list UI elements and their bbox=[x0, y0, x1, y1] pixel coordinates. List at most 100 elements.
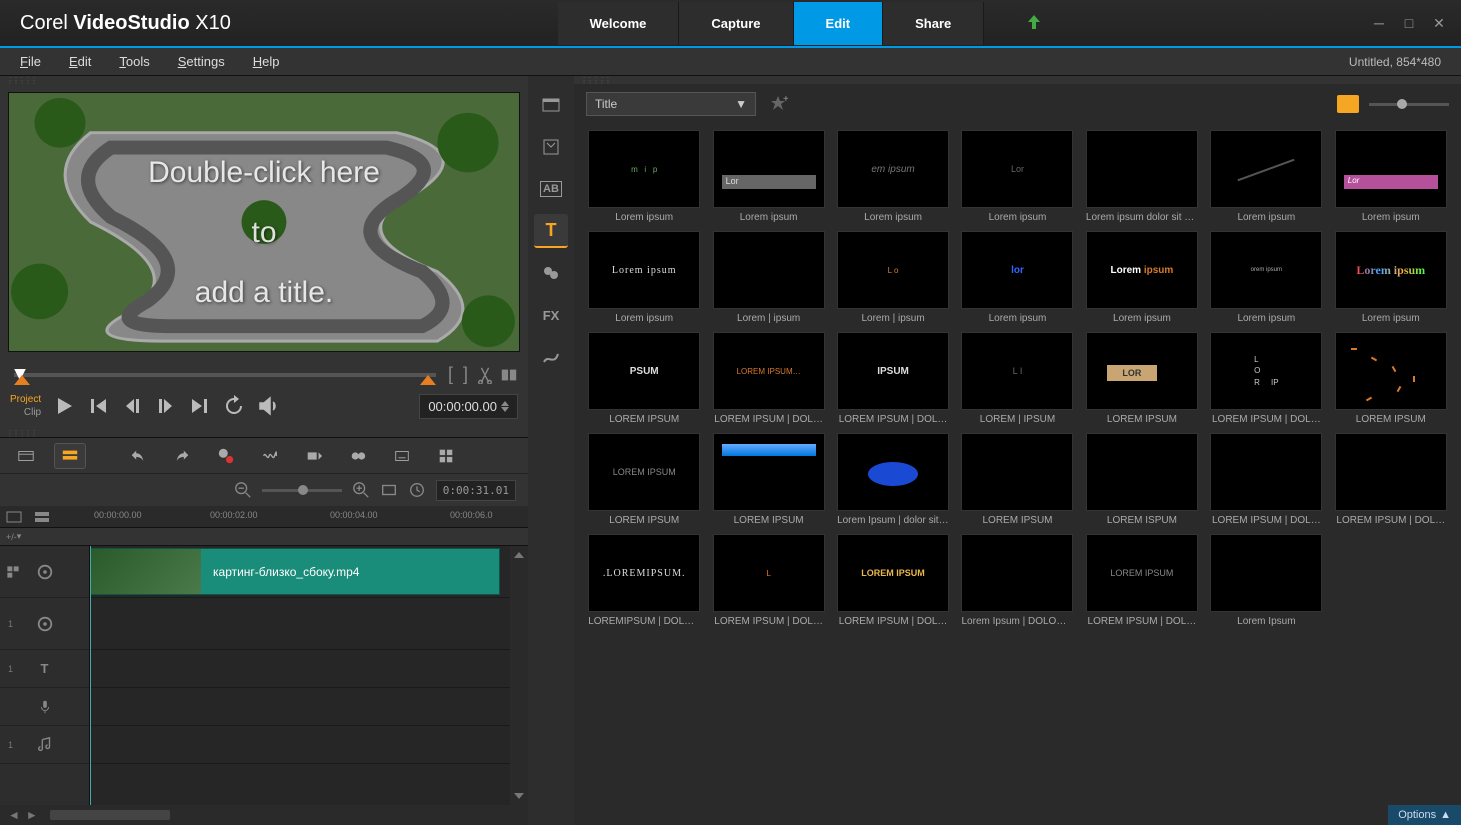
title-preset-item[interactable]: LORLOREM IPSUM bbox=[1084, 332, 1200, 425]
title-preset-item[interactable]: Lorem ipsumLorem ipsum bbox=[1084, 231, 1200, 324]
ruler-view-icon[interactable] bbox=[0, 506, 28, 527]
title-preset-item[interactable]: Lorem | ipsum bbox=[710, 231, 826, 324]
title-preset-item[interactable]: Lorem Ipsum bbox=[1208, 534, 1324, 627]
video-track[interactable]: картинг-близко_сбоку.mp4 bbox=[90, 546, 510, 598]
close-icon[interactable]: ✕ bbox=[1431, 15, 1447, 31]
repeat-icon[interactable] bbox=[222, 394, 246, 418]
title-preset-item[interactable]: LOREM IPSUMLOREM IPSUM | DOL… bbox=[835, 534, 951, 627]
clock-icon[interactable] bbox=[408, 481, 426, 499]
menu-tools[interactable]: Tools bbox=[119, 54, 149, 69]
prev-frame-icon[interactable] bbox=[120, 394, 144, 418]
split-icon[interactable] bbox=[500, 366, 518, 384]
ruler-view2-icon[interactable] bbox=[28, 506, 56, 527]
title-preset-item[interactable]: Lorem ipsum dolor sit a… bbox=[1084, 130, 1200, 223]
title-preset-item[interactable]: LOR IPLOREM IPSUM | DOL… bbox=[1208, 332, 1324, 425]
cut-icon[interactable] bbox=[476, 366, 494, 384]
title-preset-item[interactable]: LOREM IPSUMLOREM IPSUM | DOL… bbox=[1084, 534, 1200, 627]
upload-icon[interactable] bbox=[1024, 13, 1044, 33]
title-preset-item[interactable]: IPSUMLOREM IPSUM | DOL… bbox=[835, 332, 951, 425]
library-filter-tab[interactable]: FX bbox=[534, 298, 568, 332]
thumbnail-size-slider[interactable] bbox=[1369, 103, 1449, 106]
scroll-up-icon[interactable] bbox=[514, 552, 524, 558]
title-preset-item[interactable]: Lorem Ipsum | dolor sit … bbox=[835, 433, 951, 526]
timeline-ruler[interactable]: 00:00:00.00 00:00:02.00 00:00:04.00 00:0… bbox=[90, 506, 528, 527]
track-manager-toggle[interactable]: +/- ▾ bbox=[0, 528, 90, 545]
multi-view-button[interactable] bbox=[430, 443, 462, 469]
tab-share[interactable]: Share bbox=[883, 2, 984, 45]
title-preset-item[interactable]: LOREM ISPUM bbox=[1084, 433, 1200, 526]
title-preset-item[interactable]: lorLorem ipsum bbox=[959, 231, 1075, 324]
library-title-tab[interactable]: T bbox=[534, 214, 568, 248]
title-preset-item[interactable]: Lorem Ipsum | DOLOR … bbox=[959, 534, 1075, 627]
view-thumbnails-button[interactable] bbox=[1337, 95, 1359, 113]
title-preset-item[interactable]: LOREM IPSUM bbox=[1333, 332, 1449, 425]
record-button[interactable] bbox=[210, 443, 242, 469]
title-preset-item[interactable]: .LOREMIPSUM.LOREMIPSUM | DOLO… bbox=[586, 534, 702, 627]
timeline-hscroll[interactable]: ◄ ► bbox=[0, 805, 528, 825]
title-track-header[interactable]: 1 T bbox=[0, 650, 89, 688]
library-transition-tab[interactable]: AB bbox=[534, 172, 568, 206]
volume-icon[interactable] bbox=[256, 394, 280, 418]
title-preset-item[interactable]: Lorem ipsum bbox=[1208, 130, 1324, 223]
mark-in-bracket[interactable]: [ bbox=[446, 364, 455, 385]
title-preset-item[interactable]: m i pLorem ipsum bbox=[586, 130, 702, 223]
title-preset-item[interactable]: LLOREM IPSUM | DOL… bbox=[710, 534, 826, 627]
title-placeholder[interactable]: Double-click here to add a title. bbox=[9, 143, 519, 323]
storyboard-view-button[interactable] bbox=[10, 443, 42, 469]
title-preset-item[interactable]: LOREM IPSUM | DOL… bbox=[1333, 433, 1449, 526]
audio-mixer-button[interactable] bbox=[254, 443, 286, 469]
title-track[interactable] bbox=[90, 650, 510, 688]
mark-out-bracket[interactable]: ] bbox=[461, 364, 470, 385]
overlay-track-header[interactable]: 1 bbox=[0, 598, 89, 650]
menu-help[interactable]: Help bbox=[253, 54, 280, 69]
title-preset-item[interactable]: LorLorem ipsum bbox=[710, 130, 826, 223]
title-preset-item[interactable]: L oLorem | ipsum bbox=[835, 231, 951, 324]
menu-file[interactable]: File bbox=[20, 54, 41, 69]
title-preset-item[interactable]: LOREM IPSUMLOREM IPSUM bbox=[586, 433, 702, 526]
options-button[interactable]: Options▲ bbox=[1388, 805, 1461, 825]
zoom-out-icon[interactable] bbox=[234, 481, 252, 499]
title-preset-item[interactable]: LOREM IPSUM bbox=[959, 433, 1075, 526]
track-motion-button[interactable] bbox=[342, 443, 374, 469]
maximize-icon[interactable]: □ bbox=[1401, 15, 1417, 31]
overlay-track[interactable] bbox=[90, 598, 510, 650]
scroll-down-icon[interactable] bbox=[514, 793, 524, 799]
tab-welcome[interactable]: Welcome bbox=[558, 2, 680, 45]
title-preset-item[interactable]: LorLorem ipsum bbox=[1333, 130, 1449, 223]
zoom-slider[interactable] bbox=[262, 489, 342, 492]
music-track-header[interactable]: 1 bbox=[0, 726, 89, 764]
auto-music-button[interactable] bbox=[298, 443, 330, 469]
library-category-dropdown[interactable]: Title▼ bbox=[586, 92, 756, 116]
music-track[interactable] bbox=[90, 726, 510, 764]
scroll-left-icon[interactable]: ◄ bbox=[8, 808, 20, 822]
scroll-right-icon[interactable]: ► bbox=[26, 808, 38, 822]
playback-mode[interactable]: Project Clip bbox=[10, 393, 41, 419]
library-media-tab[interactable] bbox=[534, 88, 568, 122]
timeline-vscroll[interactable] bbox=[510, 546, 528, 805]
panel-grip[interactable] bbox=[574, 76, 1461, 84]
voice-track[interactable] bbox=[90, 688, 510, 726]
title-preset-item[interactable]: LOREM IPSUM bbox=[710, 433, 826, 526]
timecode-display[interactable]: 00:00:00.00 bbox=[419, 394, 518, 419]
title-preset-item[interactable]: LOREM IPSUM…LOREM IPSUM | DOL… bbox=[710, 332, 826, 425]
end-icon[interactable] bbox=[188, 394, 212, 418]
subtitle-button[interactable] bbox=[386, 443, 418, 469]
video-clip[interactable]: картинг-близко_сбоку.mp4 bbox=[90, 548, 500, 595]
timeline-view-button[interactable] bbox=[54, 443, 86, 469]
mark-in-icon[interactable] bbox=[14, 373, 30, 385]
menu-edit[interactable]: Edit bbox=[69, 54, 91, 69]
mark-out-icon[interactable] bbox=[420, 373, 436, 385]
minimize-icon[interactable]: ─ bbox=[1371, 15, 1387, 31]
video-track-header[interactable] bbox=[0, 546, 89, 598]
library-graphic-tab[interactable] bbox=[534, 256, 568, 290]
tab-edit[interactable]: Edit bbox=[794, 2, 884, 45]
timecode-up-icon[interactable] bbox=[501, 401, 509, 406]
panel-grip[interactable] bbox=[0, 76, 528, 84]
title-preset-item[interactable]: LOREM IPSUM | DOL… bbox=[1208, 433, 1324, 526]
playhead[interactable] bbox=[90, 546, 91, 805]
title-preset-item[interactable]: em ipsumLorem ipsum bbox=[835, 130, 951, 223]
home-icon[interactable] bbox=[86, 394, 110, 418]
title-preset-item[interactable]: PSUMLOREM IPSUM bbox=[586, 332, 702, 425]
zoom-in-icon[interactable] bbox=[352, 481, 370, 499]
undo-button[interactable] bbox=[122, 443, 154, 469]
